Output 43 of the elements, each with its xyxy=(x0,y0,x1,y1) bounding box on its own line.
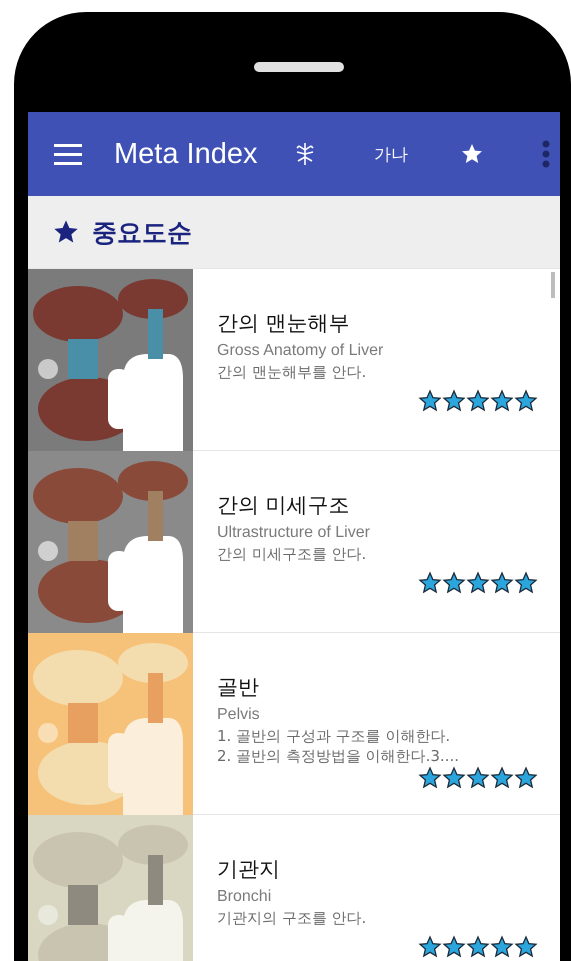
app-title: Meta Index xyxy=(114,138,258,170)
lesson-description: 간의 미세구조를 안다. xyxy=(217,545,368,564)
star-icon xyxy=(418,571,442,595)
star-icon xyxy=(514,766,538,790)
lesson-description: 간의 맨눈해부를 안다. xyxy=(217,363,368,382)
lesson-title: 기관지 xyxy=(217,856,281,883)
star-icon xyxy=(490,389,514,413)
star-icon xyxy=(466,935,490,959)
star-icon xyxy=(442,766,466,790)
star-icon xyxy=(418,935,442,959)
star-icon xyxy=(514,389,538,413)
lesson-subtitle: Bronchi xyxy=(217,888,272,906)
star-icon xyxy=(442,571,466,595)
star-icon xyxy=(490,571,514,595)
star-icon xyxy=(418,389,442,413)
star-icon xyxy=(514,935,538,959)
star-icon xyxy=(490,766,514,790)
lesson-title: 간의 맨눈해부 xyxy=(217,310,351,337)
menu-icon xyxy=(54,142,84,166)
lesson-subtitle: Gross Anatomy of Liver xyxy=(217,342,384,360)
star-icon xyxy=(514,571,538,595)
star-icon xyxy=(466,571,490,595)
star-icon xyxy=(442,935,466,959)
lesson-subtitle: Pelvis xyxy=(217,706,261,724)
more-icon xyxy=(542,140,550,168)
star-icon xyxy=(418,766,442,790)
lesson-item[interactable]: 간의 맨눈해부 Gross Anatomy of Liver 간의 맨눈해부를 안다. xyxy=(28,268,560,450)
lesson-subtitle: Ultrastructure of Liver xyxy=(217,524,371,542)
lesson-item[interactable]: 골반 Pelvis 1. 골반의 구성과 구조를 이해한다. 2. 골반의 측정방법을 이해한다.3.... xyxy=(28,632,560,814)
lesson-description: 1. 골반의 구성과 구조를 이해한다. 2. 골반의 측정방법을 이해한다.3.... xyxy=(217,727,460,766)
scrollbar xyxy=(551,272,555,298)
lesson-title: 간의 미세구조 xyxy=(217,492,351,519)
sort-label: 중요도순 xyxy=(92,216,192,248)
star-icon xyxy=(466,389,490,413)
lesson-item[interactable]: 간의 미세구조 Ultrastructure of Liver 간의 미세구조를 안다. xyxy=(28,450,560,632)
star-icon xyxy=(490,935,514,959)
lesson-description: 기관지의 구조를 안다. xyxy=(217,909,368,928)
branch-icon xyxy=(294,142,316,166)
alphabetical-sort-button[interactable]: 가나 xyxy=(370,138,412,170)
lesson-title: 골반 xyxy=(217,674,260,701)
star-icon xyxy=(466,766,490,790)
star-icon xyxy=(442,389,466,413)
lesson-item[interactable]: 기관지 Bronchi 기관지의 구조를 안다. xyxy=(28,814,560,961)
